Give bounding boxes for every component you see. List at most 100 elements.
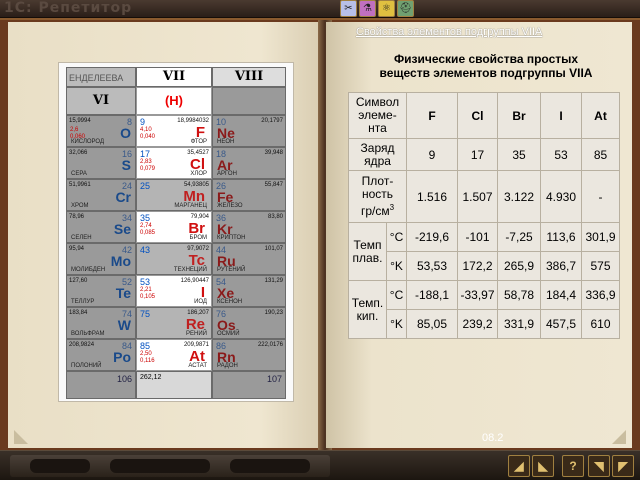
- element-number: 43: [140, 245, 151, 255]
- nav-back-icon[interactable]: ◢: [508, 455, 530, 477]
- element-name: СЕРА: [71, 171, 87, 177]
- help-button[interactable]: ?: [562, 455, 584, 477]
- unit-celsius: °C: [386, 280, 407, 310]
- element-name: НЕОН: [217, 139, 235, 145]
- element-name: ОСМИЙ: [217, 331, 240, 337]
- boil-k-cell: 331,9: [497, 309, 541, 339]
- element-cell: 24 51,9961 Cr ХРОМ: [66, 179, 136, 211]
- element-cell: 43 97,9072 Tc ТЕХНЕЦИЙ: [136, 243, 212, 275]
- element-cell: 17 35,4527 Cl ХЛОР 2,83 0,079: [136, 147, 212, 179]
- heading-line-1: Физические свойства простых: [393, 52, 579, 66]
- boil-k-cell: 610: [581, 309, 620, 339]
- boil-k-cell: 457,5: [540, 309, 582, 339]
- element-symbol: O: [120, 125, 131, 141]
- flask-icon[interactable]: ⚗: [359, 0, 376, 17]
- unit-kelvin: °K: [386, 251, 407, 281]
- density-unit: гр/см: [360, 204, 390, 218]
- page-corner-right-icon[interactable]: [612, 430, 626, 444]
- charge-cell: 53: [540, 138, 582, 171]
- boil-k-cell: 85,05: [406, 309, 458, 339]
- element-cell: 75 186,207 Re РЕНИЙ: [136, 307, 212, 339]
- element-electro: 2,6 0,060: [70, 127, 86, 140]
- top-bar: 1С: Репетитор ✂ ⚗ ⚛ ⛑: [0, 0, 640, 18]
- symbol-label-line: нта: [368, 121, 387, 135]
- boil-c-cell: -33,97: [457, 280, 498, 310]
- app-title: 1С: Репетитор: [4, 0, 133, 16]
- boil-label-line: кип.: [356, 308, 379, 323]
- element-row: 8 15,9994 O КИСЛОРОД 2,6 0,060 9 18,9984032 F ФТ…: [66, 115, 286, 147]
- element-name: ВОЛЬФРАМ: [71, 331, 105, 337]
- element-cell: 42 95,94 Mo МОЛИБДЕН: [66, 243, 136, 275]
- element-electro: 2,21 0,105: [140, 287, 156, 300]
- element-cell: 8 15,9994 O КИСЛОРОД 2,6 0,060: [66, 115, 136, 147]
- element-symbol: Mo: [110, 253, 131, 269]
- symbol-cell: At: [581, 92, 620, 139]
- element-name: КРИПТОН: [217, 235, 246, 241]
- next-page-icon[interactable]: ◤: [612, 455, 634, 477]
- melt-label-line: Темп: [353, 237, 382, 252]
- page-heading: Физические свойства простых веществ элем…: [346, 52, 626, 80]
- prev-page-icon[interactable]: ◥: [588, 455, 610, 477]
- element-mass: 39,948: [264, 150, 283, 156]
- element-cell: 36 83,80 Kr КРИПТОН: [212, 211, 286, 243]
- boil-label-line: Темп.: [351, 295, 384, 310]
- element-mass: 32,066: [69, 150, 88, 156]
- element-mass: 51,9961: [69, 182, 91, 188]
- nav-forward-icon[interactable]: ◣: [532, 455, 554, 477]
- group-viii-header: VIII: [234, 69, 264, 84]
- unit-kelvin: °K: [386, 309, 407, 339]
- section-link[interactable]: Свойства элементов подгруппы VIIA: [356, 26, 542, 38]
- element-electro: 2,50 0,116: [140, 351, 155, 364]
- melt-k-cell: 265,9: [497, 251, 541, 281]
- density-label-cell: Плот- ность гр/см3: [348, 170, 407, 223]
- periodic-table-image: ЕНДЕЛЕЕВА VII VIII VI (H) 8 15,9994 O КИ…: [58, 62, 294, 402]
- element-row: 52 127,60 Te ТЕЛЛУР 53 126,90447 I ИОД 2,21 0,10…: [66, 275, 286, 307]
- dock-slot-icon[interactable]: [110, 459, 210, 473]
- dock-slot-icon[interactable]: [230, 459, 310, 473]
- tools-icon[interactable]: ✂: [340, 0, 357, 17]
- melt-c-cell: -101: [457, 222, 498, 252]
- properties-table: Символ элеме- нта F Cl Br I At Заряд ядр…: [348, 92, 620, 339]
- element-name: БРОМ: [189, 235, 207, 241]
- symbol-cell: I: [540, 92, 582, 139]
- element-cell: 74 183,84 W ВОЛЬФРАМ: [66, 307, 136, 339]
- element-row: 34 78,96 Se СЕЛЕН 35 79,904 Br БРОМ 2,74 0,085 36…: [66, 211, 286, 243]
- element-number: 35: [140, 213, 151, 223]
- element-cell: 18 39,948 Ar АРГОН: [212, 147, 286, 179]
- hat-icon[interactable]: ⛑: [397, 0, 414, 17]
- element-cell: 34 78,96 Se СЕЛЕН: [66, 211, 136, 243]
- density-cell: 3.122: [497, 170, 541, 223]
- unit-celsius: °C: [386, 222, 407, 252]
- boil-k-cell: 239,2: [457, 309, 498, 339]
- element-mass: 15,9994: [69, 118, 91, 124]
- bottom-bar: ◢ ◣ ? ◥ ◤: [0, 450, 640, 480]
- element-mass: 131,29: [264, 278, 283, 284]
- element-symbol: Te: [115, 285, 131, 301]
- element-name: ПОЛОНИЙ: [71, 363, 102, 369]
- element-number: 17: [140, 149, 151, 159]
- melt-k-cell: 386,7: [540, 251, 582, 281]
- melt-c-cell: -219,6: [406, 222, 458, 252]
- element-number: 9: [140, 117, 146, 127]
- boil-label-cell: Темп. кип.: [348, 280, 387, 339]
- element-cell: 10 20,1797 Ne НЕОН: [212, 115, 286, 147]
- dock-slot-icon[interactable]: [30, 459, 90, 473]
- melt-k-cell: 172,2: [457, 251, 498, 281]
- element-cell: 9 18,9984032 F ФТОР 4,10 0,040: [136, 115, 212, 147]
- melt-label-cell: Темп плав.: [348, 222, 387, 281]
- element-cell: 26 55,847 Fe ЖЕЛЕЗО: [212, 179, 286, 211]
- page-corner-left-icon[interactable]: [14, 430, 28, 444]
- charge-label-line: ядра: [364, 153, 391, 168]
- symbol-cell: Br: [497, 92, 541, 139]
- dock-area: [10, 455, 330, 477]
- element-name: ИОД: [194, 299, 207, 305]
- element-name: СЕЛЕН: [71, 235, 92, 241]
- bottom-left-num: 106: [116, 374, 132, 384]
- element-mass: 83,80: [267, 214, 283, 220]
- element-cell: 25 54,93805 Mn МАРГАНЕЦ: [136, 179, 212, 211]
- atom-icon[interactable]: ⚛: [378, 0, 395, 17]
- element-name: МОЛИБДЕН: [71, 267, 106, 273]
- element-name: МАРГАНЕЦ: [174, 203, 207, 209]
- melt-k-cell: 53,53: [406, 251, 458, 281]
- symbol-cell: F: [406, 92, 458, 139]
